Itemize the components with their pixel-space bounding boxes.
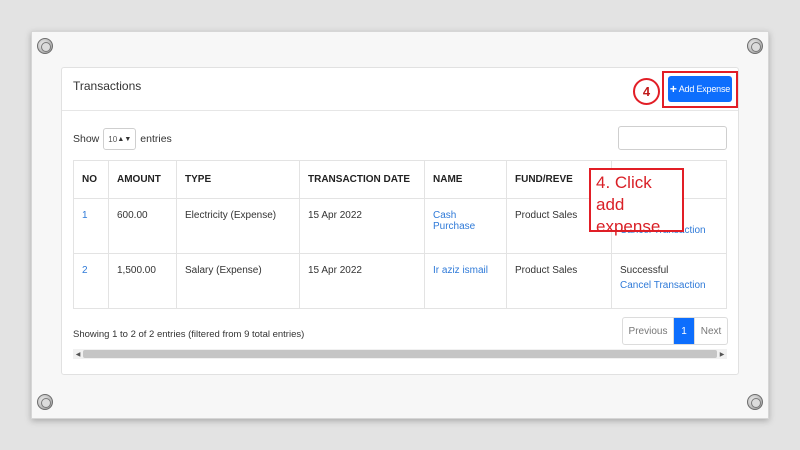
screw-icon bbox=[747, 38, 763, 54]
name-link[interactable]: Ir aziz ismail bbox=[433, 265, 488, 276]
card-title: Transactions bbox=[73, 79, 142, 93]
screw-icon bbox=[37, 394, 53, 410]
date-cell: 15 Apr 2022 bbox=[299, 198, 425, 254]
next-page-button[interactable]: Next bbox=[694, 318, 727, 344]
transactions-card: Transactions 4 + Add Expense Show 10 ▲▼ … bbox=[61, 67, 739, 375]
button-highlight-box bbox=[662, 71, 738, 108]
status-text: Successful bbox=[620, 265, 669, 276]
entries-select-value: 10 bbox=[108, 134, 118, 144]
cancel-transaction-link[interactable]: Cancel Transaction bbox=[620, 280, 718, 291]
pagination: Previous 1 Next bbox=[622, 317, 728, 345]
horizontal-scrollbar[interactable]: ◀ ▶ bbox=[73, 349, 727, 359]
row-number-link[interactable]: 2 bbox=[82, 265, 88, 276]
callout-line-1: 4. Click add bbox=[596, 173, 652, 214]
sort-caret-icon: ▲▼ bbox=[117, 135, 132, 143]
entries-select[interactable]: 10 ▲▼ bbox=[103, 128, 137, 150]
column-header-no[interactable]: NO bbox=[73, 160, 109, 199]
instruction-callout: 4. Click add expense bbox=[589, 168, 684, 236]
amount-cell: 600.00 bbox=[108, 198, 177, 254]
column-header-name[interactable]: NAME bbox=[424, 160, 507, 199]
type-cell: Electricity (Expense) bbox=[176, 198, 300, 254]
name-link[interactable]: Cash Purchase bbox=[433, 210, 475, 232]
scroll-left-icon[interactable]: ◀ bbox=[73, 351, 83, 358]
screw-icon bbox=[37, 38, 53, 54]
scrollbar-thumb[interactable] bbox=[83, 350, 717, 358]
type-cell: Salary (Expense) bbox=[176, 253, 300, 309]
column-header-type[interactable]: TYPE bbox=[176, 160, 300, 199]
show-label: Show bbox=[73, 133, 100, 145]
step-number-badge: 4 bbox=[633, 78, 660, 105]
entries-label: entries bbox=[140, 133, 172, 145]
scroll-right-icon[interactable]: ▶ bbox=[717, 351, 727, 358]
table-info-text: Showing 1 to 2 of 2 entries (filtered fr… bbox=[73, 329, 305, 340]
screw-icon bbox=[747, 394, 763, 410]
amount-cell: 1,500.00 bbox=[108, 253, 177, 309]
previous-page-button[interactable]: Previous bbox=[623, 318, 674, 344]
search-input[interactable] bbox=[618, 126, 727, 150]
row-number-link[interactable]: 1 bbox=[82, 210, 88, 221]
page-1-button[interactable]: 1 bbox=[674, 318, 694, 344]
column-header-amount[interactable]: AMOUNT bbox=[108, 160, 177, 199]
callout-line-2: expense bbox=[596, 217, 661, 236]
column-header-date[interactable]: TRANSACTION DATE bbox=[299, 160, 425, 199]
fund-cell: Product Sales bbox=[506, 253, 612, 309]
screenshot-board: Transactions 4 + Add Expense Show 10 ▲▼ … bbox=[31, 31, 769, 419]
table-row: 2 1,500.00 Salary (Expense) 15 Apr 2022 … bbox=[73, 253, 727, 309]
entries-length-control: Show 10 ▲▼ entries bbox=[73, 128, 172, 150]
date-cell: 15 Apr 2022 bbox=[299, 253, 425, 309]
